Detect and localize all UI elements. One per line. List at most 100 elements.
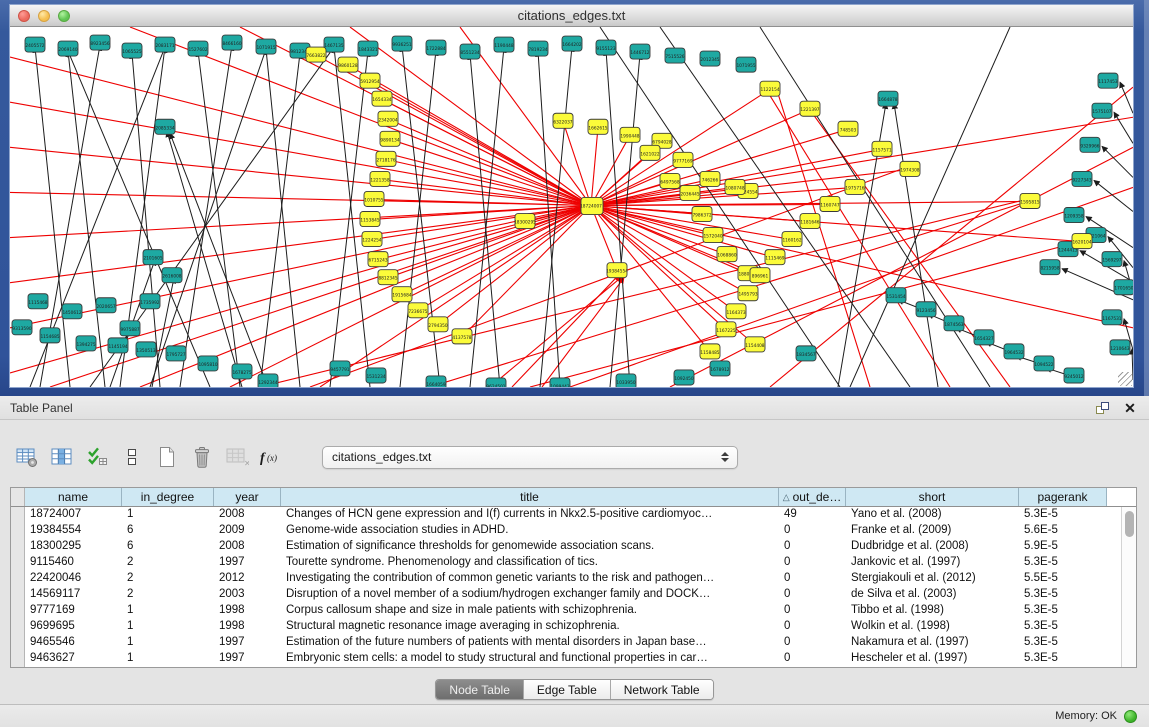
cell-name[interactable]: 18300295 xyxy=(25,539,122,555)
cell-short[interactable]: Tibbo et al. (1998) xyxy=(846,603,1019,619)
cell-in_degree[interactable]: 6 xyxy=(122,523,214,539)
cell-in_degree[interactable]: 1 xyxy=(122,507,214,523)
cell-in_degree[interactable]: 2 xyxy=(122,555,214,571)
cell-in_degree[interactable]: 2 xyxy=(122,571,214,587)
cell-pagerank[interactable]: 5.3E-5 xyxy=(1019,587,1107,603)
cell-year[interactable]: 2008 xyxy=(214,539,281,555)
cell-out_degree[interactable]: 0 xyxy=(779,539,846,555)
cell-pagerank[interactable]: 5.3E-5 xyxy=(1019,603,1107,619)
cell-title[interactable]: Corpus callosum shape and size in male p… xyxy=(281,603,779,619)
table-selector[interactable]: citations_edges.txt xyxy=(322,446,738,469)
column-header-out_degree[interactable]: △out_de… xyxy=(779,488,846,506)
show-columns-icon[interactable] xyxy=(49,444,75,470)
float-window-icon[interactable] xyxy=(1093,400,1111,416)
cell-title[interactable]: Structural magnetic resonance image aver… xyxy=(281,619,779,635)
cell-short[interactable]: Jankovic et al. (1997) xyxy=(846,555,1019,571)
cell-short[interactable]: Dudbridge et al. (2008) xyxy=(846,539,1019,555)
column-header-short[interactable]: short xyxy=(846,488,1019,506)
network-canvas[interactable]: 2405572206914089234561065525208317115276… xyxy=(10,27,1133,387)
table-row[interactable]: 969969511998Structural magnetic resonanc… xyxy=(11,619,1136,635)
cell-pagerank[interactable]: 5.3E-5 xyxy=(1019,651,1107,667)
row-mode-icon[interactable] xyxy=(119,444,145,470)
cell-out_degree[interactable]: 0 xyxy=(779,587,846,603)
cell-out_degree[interactable]: 49 xyxy=(779,507,846,523)
import-checks-icon[interactable] xyxy=(84,444,110,470)
cell-name[interactable]: 22420046 xyxy=(25,571,122,587)
cell-title[interactable]: Estimation of the future numbers of pati… xyxy=(281,635,779,651)
cell-name[interactable]: 9463627 xyxy=(25,651,122,667)
cell-out_degree[interactable]: 0 xyxy=(779,571,846,587)
cell-in_degree[interactable]: 1 xyxy=(122,635,214,651)
table-row[interactable]: 2242004622012Investigating the contribut… xyxy=(11,571,1136,587)
tab-network-table[interactable]: Network Table xyxy=(611,680,713,699)
new-document-icon[interactable] xyxy=(154,444,180,470)
cell-out_degree[interactable]: 0 xyxy=(779,619,846,635)
cell-title[interactable]: Changes of HCN gene expression and I(f) … xyxy=(281,507,779,523)
cell-year[interactable]: 2008 xyxy=(214,507,281,523)
cell-year[interactable]: 1997 xyxy=(214,635,281,651)
cell-pagerank[interactable]: 5.3E-5 xyxy=(1019,635,1107,651)
cell-title[interactable]: Disruption of a novel member of a sodium… xyxy=(281,587,779,603)
cell-out_degree[interactable]: 0 xyxy=(779,635,846,651)
cell-pagerank[interactable]: 5.3E-5 xyxy=(1019,507,1107,523)
delete-column-icon[interactable]: ✕ xyxy=(224,444,250,470)
cell-in_degree[interactable]: 6 xyxy=(122,539,214,555)
cell-short[interactable]: Wolkin et al. (1998) xyxy=(846,619,1019,635)
cell-pagerank[interactable]: 5.6E-5 xyxy=(1019,523,1107,539)
function-icon[interactable]: f(x) xyxy=(259,444,285,470)
cell-name[interactable]: 9115460 xyxy=(25,555,122,571)
cell-in_degree[interactable]: 2 xyxy=(122,587,214,603)
cell-short[interactable]: Franke et al. (2009) xyxy=(846,523,1019,539)
cell-year[interactable]: 1997 xyxy=(214,555,281,571)
table-scrollbar[interactable] xyxy=(1121,507,1136,667)
cell-title[interactable]: Genome-wide association studies in ADHD. xyxy=(281,523,779,539)
table-row[interactable]: 1830029562008Estimation of significance … xyxy=(11,539,1136,555)
cell-out_degree[interactable]: 0 xyxy=(779,603,846,619)
cell-in_degree[interactable]: 1 xyxy=(122,619,214,635)
delete-table-icon[interactable] xyxy=(189,444,215,470)
citation-graph[interactable]: 2405572206914089234561065525208317115276… xyxy=(10,27,1133,387)
table-settings-icon[interactable] xyxy=(14,444,40,470)
cell-out_degree[interactable]: 0 xyxy=(779,651,846,667)
cell-pagerank[interactable]: 5.3E-5 xyxy=(1019,619,1107,635)
cell-in_degree[interactable]: 1 xyxy=(122,651,214,667)
tab-node-table[interactable]: Node Table xyxy=(436,680,524,699)
column-header-pagerank[interactable]: pagerank xyxy=(1019,488,1107,506)
cell-title[interactable]: Estimation of significance thresholds fo… xyxy=(281,539,779,555)
table-row[interactable]: 1872400712008Changes of HCN gene express… xyxy=(11,507,1136,523)
column-header-in_degree[interactable]: in_degree xyxy=(122,488,214,506)
cell-year[interactable]: 1997 xyxy=(214,651,281,667)
column-header-year[interactable]: year xyxy=(214,488,281,506)
zoom-window-icon[interactable] xyxy=(58,10,70,22)
cell-pagerank[interactable]: 5.9E-5 xyxy=(1019,539,1107,555)
cell-pagerank[interactable]: 5.3E-5 xyxy=(1019,555,1107,571)
column-header-name[interactable]: name xyxy=(25,488,122,506)
cell-short[interactable]: de Silva et al. (2003) xyxy=(846,587,1019,603)
cell-short[interactable]: Yano et al. (2008) xyxy=(846,507,1019,523)
network-window-titlebar[interactable]: citations_edges.txt xyxy=(10,5,1133,27)
column-header-title[interactable]: title xyxy=(281,488,779,506)
cell-year[interactable]: 2012 xyxy=(214,571,281,587)
minimize-window-icon[interactable] xyxy=(38,10,50,22)
tab-edge-table[interactable]: Edge Table xyxy=(524,680,611,699)
cell-out_degree[interactable]: 0 xyxy=(779,555,846,571)
cell-title[interactable]: Investigating the contribution of common… xyxy=(281,571,779,587)
cell-name[interactable]: 9465546 xyxy=(25,635,122,651)
table-row[interactable]: 977716911998Corpus callosum shape and si… xyxy=(11,603,1136,619)
resize-grip[interactable] xyxy=(1118,372,1132,386)
cell-short[interactable]: Nakamura et al. (1997) xyxy=(846,635,1019,651)
close-panel-icon[interactable]: ✕ xyxy=(1121,400,1139,416)
cell-short[interactable]: Hescheler et al. (1997) xyxy=(846,651,1019,667)
cell-title[interactable]: Embryonic stem cells: a model to study s… xyxy=(281,651,779,667)
close-window-icon[interactable] xyxy=(18,10,30,22)
table-row[interactable]: 1938455462009Genome-wide association stu… xyxy=(11,523,1136,539)
cell-year[interactable]: 1998 xyxy=(214,619,281,635)
cell-name[interactable]: 9699695 xyxy=(25,619,122,635)
table-row[interactable]: 946554611997Estimation of the future num… xyxy=(11,635,1136,651)
scrollbar-thumb[interactable] xyxy=(1125,511,1134,537)
cell-year[interactable]: 2003 xyxy=(214,587,281,603)
cell-name[interactable]: 9777169 xyxy=(25,603,122,619)
cell-in_degree[interactable]: 1 xyxy=(122,603,214,619)
cell-title[interactable]: Tourette syndrome. Phenomenology and cla… xyxy=(281,555,779,571)
cell-short[interactable]: Stergiakouli et al. (2012) xyxy=(846,571,1019,587)
